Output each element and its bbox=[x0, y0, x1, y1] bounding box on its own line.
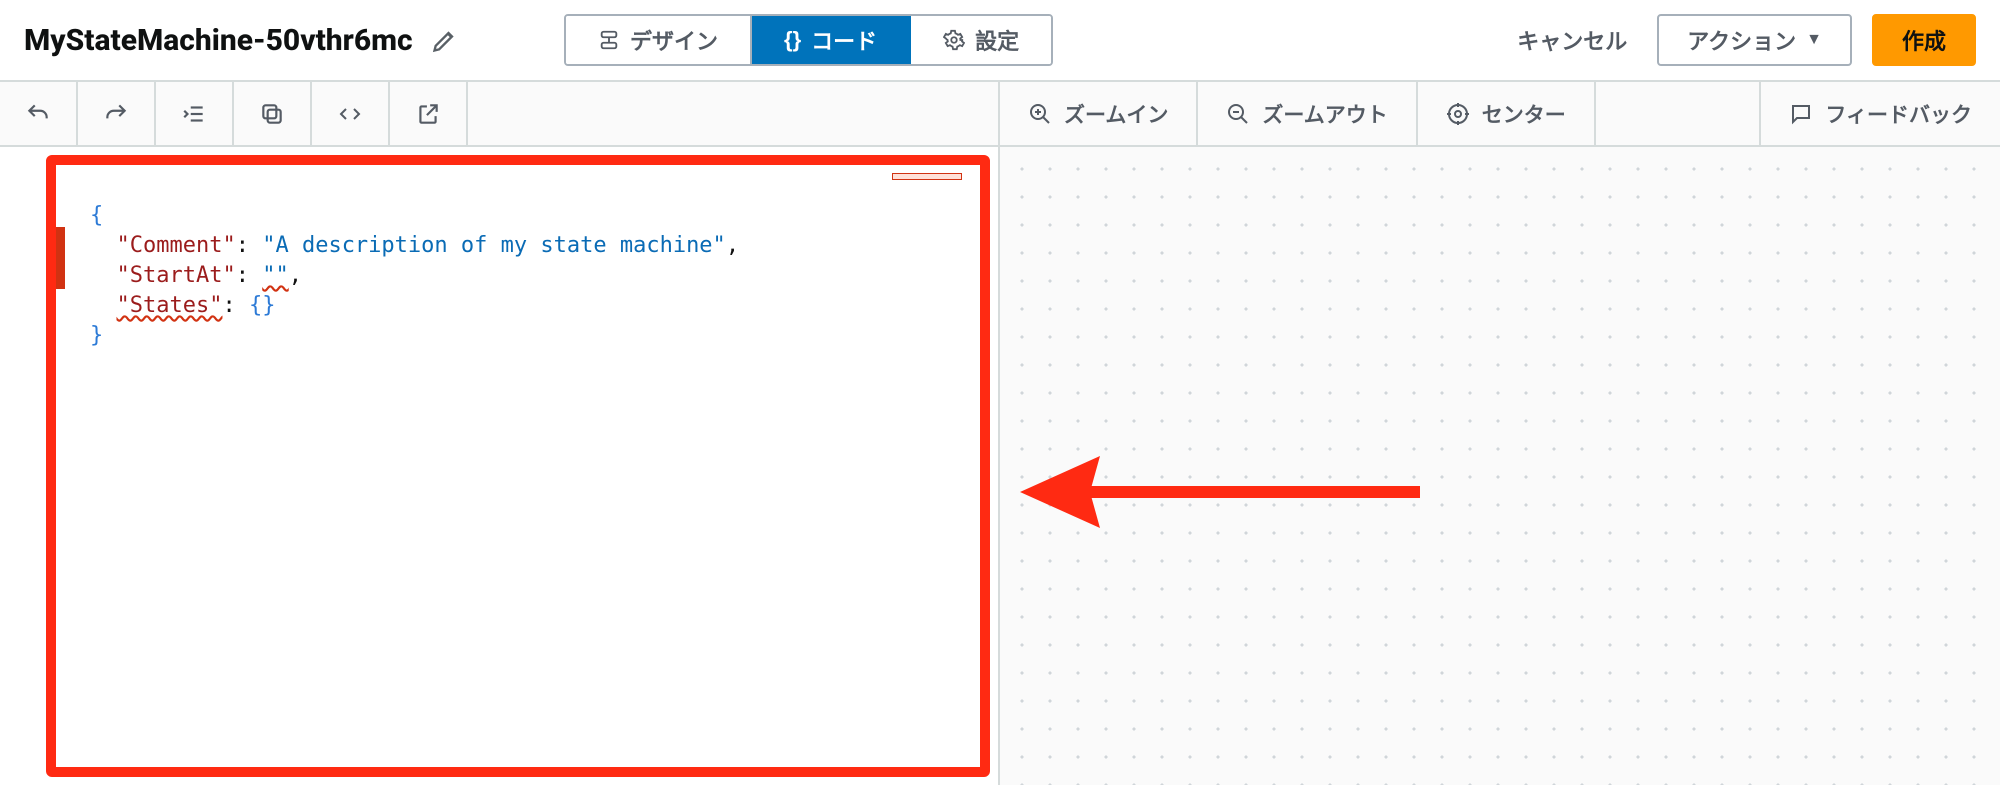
code-editor[interactable]: { "Comment": "A description of my state … bbox=[0, 147, 998, 785]
actions-dropdown[interactable]: アクション ▼ bbox=[1657, 14, 1852, 66]
view-mode-tabs: デザイン {} コード 設定 bbox=[564, 14, 1053, 66]
tab-code[interactable]: {} コード bbox=[750, 16, 909, 64]
error-marker bbox=[55, 227, 65, 289]
format-code-button[interactable] bbox=[156, 82, 234, 145]
title-area: MyStateMachine-50vthr6mc bbox=[24, 23, 544, 58]
center-button[interactable]: センター bbox=[1418, 82, 1596, 145]
feedback-icon bbox=[1789, 102, 1813, 126]
code-line-5: } bbox=[90, 323, 103, 348]
embed-code-button[interactable] bbox=[312, 82, 390, 145]
workflow-icon bbox=[598, 29, 620, 51]
caret-down-icon: ▼ bbox=[1806, 31, 1822, 49]
code-pane: { "Comment": "A description of my state … bbox=[0, 82, 1000, 785]
cancel-button[interactable]: キャンセル bbox=[1507, 24, 1637, 56]
zoom-out-label: ズームアウト bbox=[1262, 99, 1387, 129]
center-icon bbox=[1446, 102, 1470, 126]
feedback-label: フィードバック bbox=[1825, 99, 1972, 129]
workflow-canvas[interactable] bbox=[1000, 147, 2000, 785]
actions-label: アクション bbox=[1687, 24, 1796, 56]
undo-button[interactable] bbox=[0, 82, 78, 145]
edit-title-icon[interactable] bbox=[431, 26, 459, 54]
tab-design[interactable]: デザイン bbox=[566, 16, 750, 64]
code-content: { "Comment": "A description of my state … bbox=[90, 171, 964, 381]
redo-button[interactable] bbox=[78, 82, 156, 145]
canvas-toolbar: ズームイン ズームアウト センター bbox=[1000, 82, 2000, 147]
zoom-in-label: ズームイン bbox=[1064, 99, 1168, 129]
work-area: { "Comment": "A description of my state … bbox=[0, 80, 2000, 785]
open-external-button[interactable] bbox=[390, 82, 468, 145]
tab-settings[interactable]: 設定 bbox=[909, 16, 1051, 64]
code-line-1: { bbox=[90, 203, 103, 228]
canvas-pane: ズームイン ズームアウト センター bbox=[1000, 82, 2000, 785]
tab-settings-label: 設定 bbox=[975, 24, 1019, 56]
zoom-out-icon bbox=[1226, 102, 1250, 126]
braces-icon: {} bbox=[784, 27, 801, 53]
gear-icon bbox=[943, 29, 965, 51]
copy-button[interactable] bbox=[234, 82, 312, 145]
tab-code-label: コード bbox=[811, 24, 877, 56]
zoom-out-button[interactable]: ズームアウト bbox=[1198, 82, 1417, 145]
state-machine-title: MyStateMachine-50vthr6mc bbox=[24, 23, 413, 58]
tab-design-label: デザイン bbox=[630, 24, 718, 56]
create-button[interactable]: 作成 bbox=[1872, 14, 1976, 66]
zoom-in-icon bbox=[1028, 102, 1052, 126]
zoom-in-button[interactable]: ズームイン bbox=[1000, 82, 1198, 145]
editor-toolbar bbox=[0, 82, 998, 147]
feedback-button[interactable]: フィードバック bbox=[1759, 82, 2000, 145]
create-label: 作成 bbox=[1902, 24, 1946, 56]
header-bar: MyStateMachine-50vthr6mc デザイン {} コード 設 bbox=[0, 0, 2000, 80]
center-label: センター bbox=[1482, 99, 1566, 129]
editor-gutter bbox=[0, 147, 82, 785]
